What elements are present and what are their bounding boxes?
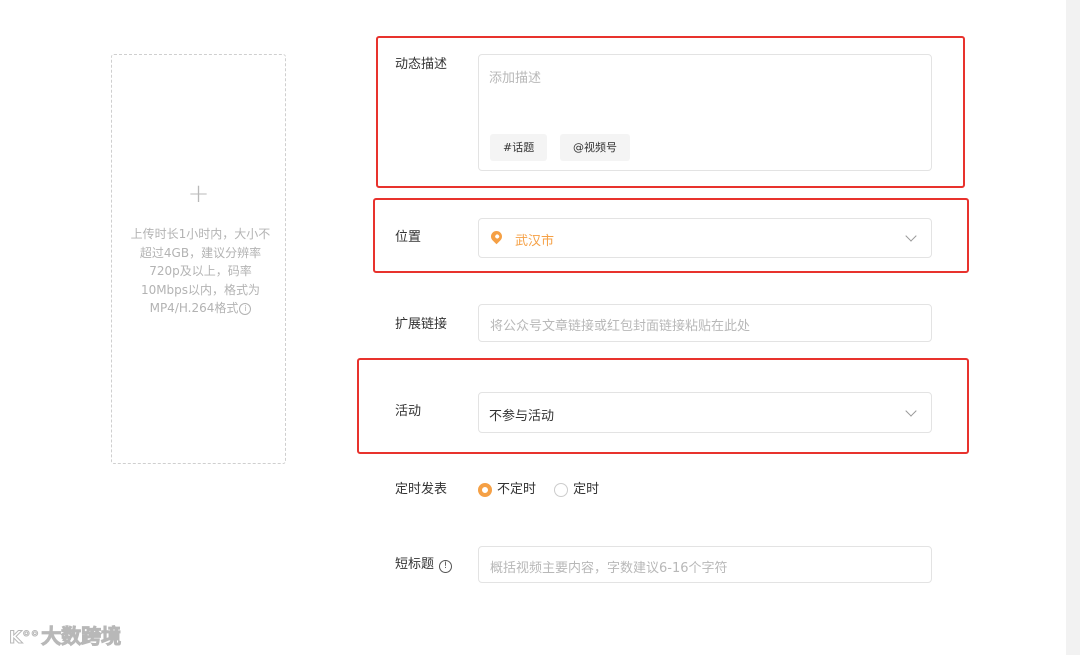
upload-hint-text: 上传时长1小时内，大小不超过4GB，建议分辨率720p及以上，码率10Mbps以… bbox=[130, 227, 271, 315]
plus-icon: + bbox=[187, 179, 210, 209]
schedule-option-label: 定时 bbox=[573, 482, 600, 497]
link-input[interactable]: 将公众号文章链接或红包封面链接粘贴在此处 bbox=[478, 304, 932, 342]
watermark-text: 大数跨境 bbox=[41, 624, 122, 649]
schedule-label: 定时发表 bbox=[395, 482, 448, 497]
watermark-logo: K°° bbox=[8, 628, 40, 649]
watermark: K°° 大数跨境 bbox=[8, 620, 122, 649]
radio-checked-icon[interactable] bbox=[478, 483, 492, 497]
video-upload-area[interactable]: + 上传时长1小时内，大小不超过4GB，建议分辨率720p及以上，码率10Mbp… bbox=[111, 54, 286, 464]
page-scroll-gutter bbox=[1066, 0, 1080, 655]
link-label: 扩展链接 bbox=[395, 317, 448, 332]
highlight-box-location bbox=[373, 198, 969, 273]
upload-hint: 上传时长1小时内，大小不超过4GB，建议分辨率720p及以上，码率10Mbps以… bbox=[130, 225, 271, 318]
question-circle-icon[interactable]: ! bbox=[439, 560, 453, 573]
schedule-option-timed[interactable]: 定时 bbox=[554, 482, 599, 498]
schedule-option-label: 不定时 bbox=[497, 482, 537, 497]
schedule-option-immediate[interactable]: 不定时 bbox=[478, 482, 536, 498]
short-title-label: 短标题! bbox=[395, 557, 453, 573]
short-title-label-text: 短标题 bbox=[395, 557, 435, 572]
highlight-box-description bbox=[376, 36, 965, 188]
short-title-placeholder: 概括视频主要内容，字数建议6-16个字符 bbox=[490, 561, 728, 576]
highlight-box-activity bbox=[357, 358, 969, 454]
info-icon[interactable]: i bbox=[239, 303, 252, 315]
link-placeholder: 将公众号文章链接或红包封面链接粘贴在此处 bbox=[490, 319, 751, 334]
radio-unchecked-icon[interactable] bbox=[554, 483, 569, 497]
schedule-radio-group: 不定时 定时 bbox=[478, 482, 613, 502]
short-title-input[interactable]: 概括视频主要内容，字数建议6-16个字符 bbox=[478, 546, 932, 583]
